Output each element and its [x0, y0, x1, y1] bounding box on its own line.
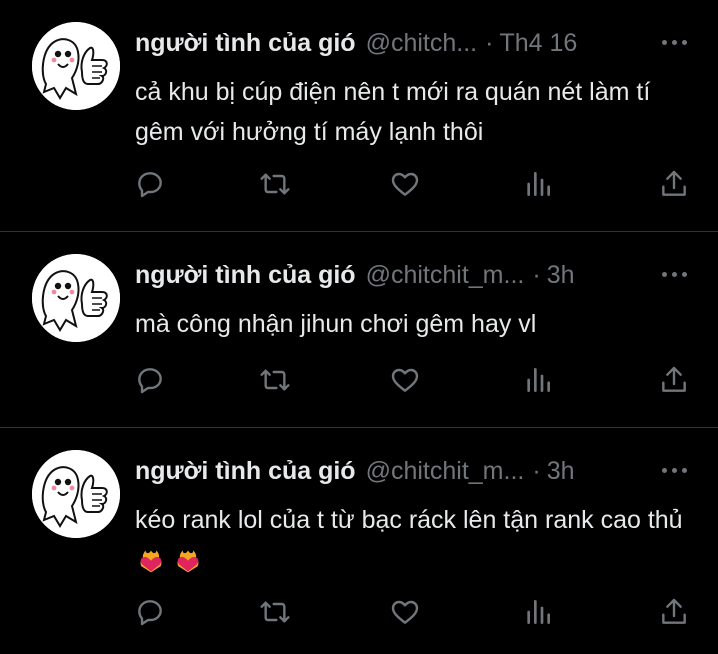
- separator: ·: [532, 457, 541, 485]
- retweet-icon[interactable]: [259, 364, 291, 396]
- avatar[interactable]: [32, 450, 120, 538]
- heart-on-fire-icon: [177, 550, 199, 573]
- tweet[interactable]: người tình của gió @chitchit_m... · 3h k…: [0, 428, 718, 654]
- timestamp[interactable]: 3h: [547, 454, 575, 488]
- tweet-actions: [134, 596, 694, 628]
- avatar-image: [32, 22, 120, 110]
- like-icon[interactable]: [389, 364, 421, 396]
- handle[interactable]: @chitchit_m...: [366, 454, 525, 488]
- like-icon[interactable]: [389, 168, 421, 200]
- tweet-actions: [134, 168, 694, 200]
- avatar-image: [32, 450, 120, 538]
- more-icon[interactable]: [662, 272, 688, 280]
- retweet-icon[interactable]: [259, 168, 291, 200]
- share-icon[interactable]: [658, 168, 690, 200]
- tweet[interactable]: người tình của gió @chitch... · Th4 16 c…: [0, 0, 718, 232]
- share-icon[interactable]: [658, 364, 690, 396]
- timestamp[interactable]: 3h: [547, 258, 575, 292]
- tweet-header: người tình của gió @chitchit_m... · 3h: [135, 454, 698, 488]
- avatar[interactable]: [32, 22, 120, 110]
- reply-icon[interactable]: [134, 168, 166, 200]
- tweet-text: mà công nhận jihun chơi gêm hay vl: [135, 310, 537, 338]
- avatar-image: [32, 254, 120, 342]
- views-icon[interactable]: [522, 168, 554, 200]
- handle[interactable]: @chitch...: [366, 26, 478, 60]
- tweet-header: người tình của gió @chitch... · Th4 16: [135, 26, 698, 60]
- heart-on-fire-emoji: [135, 546, 202, 574]
- like-icon[interactable]: [389, 596, 421, 628]
- share-icon[interactable]: [658, 596, 690, 628]
- display-name[interactable]: người tình của gió: [135, 258, 356, 292]
- retweet-icon[interactable]: [259, 596, 291, 628]
- tweet-text: cả khu bị cúp điện nên t mới ra quán nét…: [135, 78, 651, 146]
- timestamp[interactable]: Th4 16: [499, 26, 577, 60]
- reply-icon[interactable]: [134, 364, 166, 396]
- avatar[interactable]: [32, 254, 120, 342]
- display-name[interactable]: người tình của gió: [135, 454, 356, 488]
- tweet-text: kéo rank lol của t từ bạc ráck lên tận r…: [135, 500, 688, 580]
- views-icon[interactable]: [522, 596, 554, 628]
- more-icon[interactable]: [662, 40, 688, 48]
- reply-icon[interactable]: [134, 596, 166, 628]
- more-icon[interactable]: [662, 468, 688, 476]
- separator: ·: [485, 29, 494, 57]
- tweet-header: người tình của gió @chitchit_m... · 3h: [135, 258, 698, 292]
- tweet[interactable]: người tình của gió @chitchit_m... · 3h m…: [0, 232, 718, 428]
- heart-on-fire-icon: [140, 550, 162, 573]
- tweet-text-body: kéo rank lol của t từ bạc ráck lên tận r…: [135, 506, 683, 534]
- views-icon[interactable]: [522, 364, 554, 396]
- tweet-actions: [134, 364, 694, 396]
- display-name[interactable]: người tình của gió: [135, 26, 356, 60]
- handle[interactable]: @chitchit_m...: [366, 258, 525, 292]
- separator: ·: [532, 261, 541, 289]
